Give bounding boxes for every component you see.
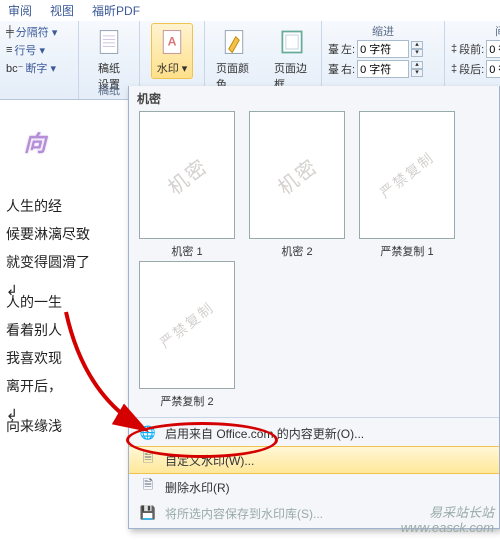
gallery-item[interactable]: 机密机密 2 (249, 111, 345, 259)
indent-left[interactable]: 臺左:▴▾ (328, 40, 423, 58)
line-numbers-menu[interactable]: ≡行号 ▾ (6, 42, 45, 58)
page-color-button[interactable]: 页面颜色 (211, 23, 257, 95)
page-border-icon (276, 26, 308, 58)
watermark-button[interactable]: A 水印 ▾ (151, 23, 193, 79)
tab-foxit[interactable]: 福昕PDF (92, 2, 140, 19)
watermark-icon: A (156, 26, 188, 58)
hyphenation-menu[interactable]: bc⁻断字 ▾ (6, 60, 56, 76)
remove-icon: 🗎 (139, 478, 157, 496)
document-body: 向 人生的经 候要淋漓尽致 就变得圆滑了 ↲ 人的一生 看着别人 我喜欢现 离开… (0, 110, 142, 446)
watermark-gallery: 机密 机密机密 1 机密机密 2 严禁复制严禁复制 1 严禁复制严禁复制 2 🌐… (128, 86, 500, 529)
tab-view[interactable]: 视图 (50, 2, 74, 19)
ribbon-tabs: 审阅 视图 福昕PDF (0, 0, 500, 21)
gallery-header: 机密 (129, 86, 499, 111)
gallery-item[interactable]: 严禁复制严禁复制 1 (359, 111, 455, 259)
spacing-after[interactable]: ‡段后:▴▾ (451, 60, 500, 78)
tab-review[interactable]: 审阅 (8, 2, 32, 19)
watermark-small-icon: 🗎 (139, 451, 157, 469)
spacing-title: 间距 (451, 23, 500, 39)
chevron-down-icon: ▾ (182, 63, 188, 75)
menu-office-updates[interactable]: 🌐启用来自 Office.com 的内容更新(O)... (129, 420, 499, 446)
spacing-before[interactable]: ‡段前:▴▾ (451, 40, 500, 58)
doc-title: 向 (24, 122, 136, 166)
gallery-item[interactable]: 机密机密 1 (139, 111, 235, 259)
page-border-button[interactable]: 页面边框 (269, 23, 315, 95)
gallery-item[interactable]: 严禁复制严禁复制 2 (139, 261, 235, 409)
draft-icon (93, 26, 125, 58)
brand-watermark: 易采站长站 www.easck.com (401, 505, 494, 536)
breaks-menu[interactable]: ╪分隔符 ▾ (6, 24, 57, 40)
menu-custom-watermark[interactable]: 🗎自定义水印(W)... (129, 446, 499, 474)
svg-text:A: A (168, 35, 177, 49)
indent-right[interactable]: 臺右:▴▾ (328, 60, 423, 78)
menu-remove-watermark[interactable]: 🗎删除水印(R) (129, 474, 499, 500)
indent-title: 缩进 (328, 23, 438, 39)
save-icon: 💾 (139, 504, 157, 522)
globe-icon: 🌐 (139, 424, 157, 442)
page-color-icon (218, 26, 250, 58)
